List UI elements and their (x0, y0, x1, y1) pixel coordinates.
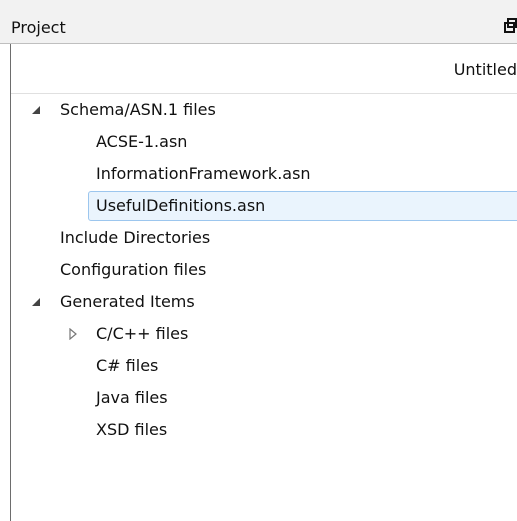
column-header-label: Untitled (453, 60, 517, 79)
tree-item-label: InformationFramework.asn (96, 164, 311, 183)
project-panel: Project Untitled Schema/ASN.1 files ACSE… (0, 0, 517, 521)
tree-item-label: Include Directories (60, 228, 211, 247)
tree-item-label: ACSE-1.asn (96, 132, 188, 151)
expanded-triangle-icon[interactable] (31, 104, 43, 116)
tree-item-label: Generated Items (60, 292, 195, 311)
collapsed-triangle-icon[interactable] (67, 328, 79, 340)
tree-item-xsd-files[interactable]: XSD files (0, 414, 517, 446)
tree-item-information-framework[interactable]: InformationFramework.asn (0, 158, 517, 190)
tree-item-label: Schema/ASN.1 files (60, 100, 216, 119)
panel-titlebar: Project (0, 0, 517, 44)
tree-item-useful-definitions[interactable]: UsefulDefinitions.asn (0, 190, 517, 222)
tree-item-cpp-files[interactable]: C/C++ files (0, 318, 517, 350)
tree-item-label: XSD files (96, 420, 168, 439)
tree-item-schema-files[interactable]: Schema/ASN.1 files (0, 94, 517, 126)
pin-icon[interactable] (503, 18, 517, 34)
tree-item-label: UsefulDefinitions.asn (96, 196, 266, 215)
tree-item-configuration-files[interactable]: Configuration files (0, 254, 517, 286)
expanded-triangle-icon[interactable] (31, 296, 43, 308)
tree-item-java-files[interactable]: Java files (0, 382, 517, 414)
tree-item-acse[interactable]: ACSE-1.asn (0, 126, 517, 158)
tree-item-label: Java files (96, 388, 168, 407)
tree-item-include-directories[interactable]: Include Directories (0, 222, 517, 254)
tree-item-label: C# files (96, 356, 159, 375)
tree-item-csharp-files[interactable]: C# files (0, 350, 517, 382)
tree-item-label: Configuration files (60, 260, 207, 279)
panel-title: Project (11, 18, 66, 37)
tree-item-label: C/C++ files (96, 324, 189, 343)
column-header[interactable]: Untitled (11, 44, 517, 94)
tree-item-generated-items[interactable]: Generated Items (0, 286, 517, 318)
